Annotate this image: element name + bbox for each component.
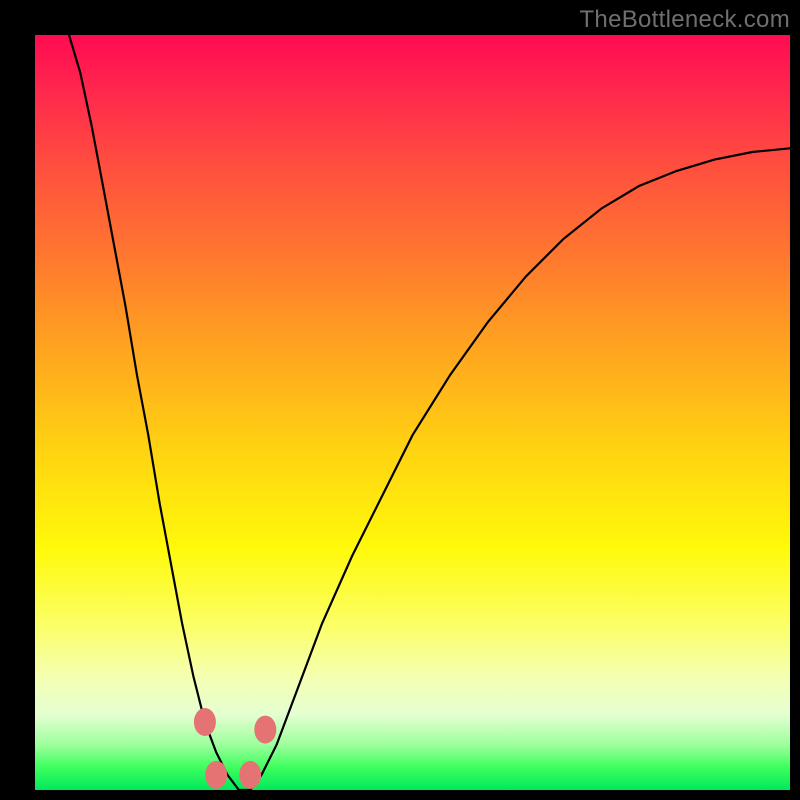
plot-area xyxy=(35,35,790,790)
curve-marker xyxy=(239,761,261,789)
curve-marker xyxy=(254,716,276,744)
bottleneck-curve xyxy=(35,35,790,790)
curve-marker xyxy=(194,708,216,736)
curve-marker xyxy=(205,761,227,789)
curve-path xyxy=(69,35,790,790)
watermark-text: TheBottleneck.com xyxy=(579,6,790,34)
curve-markers xyxy=(194,708,276,789)
chart-frame: TheBottleneck.com xyxy=(0,0,800,800)
